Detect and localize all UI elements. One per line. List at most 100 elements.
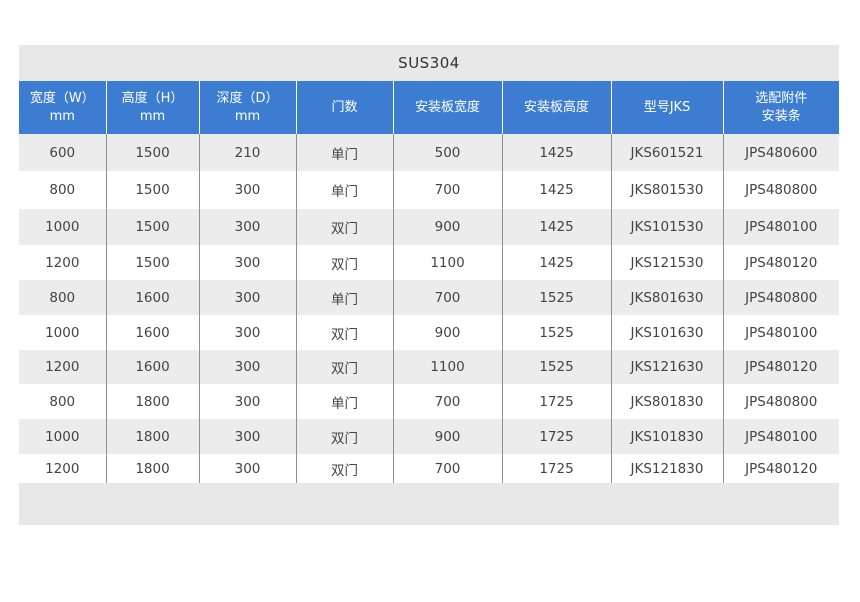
table-cell: 1100 (392, 350, 502, 384)
table-body: 600 1500 210 单门 500 1425 JKS601521 JPS480600 80… (19, 134, 839, 483)
table-cell: JPS480600 (722, 134, 839, 171)
table-cell: 900 (392, 209, 502, 245)
table-cell: 900 (392, 315, 502, 350)
table-cell: JKS801830 (610, 384, 723, 419)
table-cell: 300 (198, 171, 296, 209)
header-label: 型号JKS (643, 99, 691, 115)
table-cell: JKS121830 (610, 454, 723, 483)
table-cell: 1800 (105, 454, 199, 483)
table-cell: JPS480100 (722, 419, 839, 454)
table-cell: 300 (198, 384, 296, 419)
table-cell: 1000 (19, 419, 106, 454)
table-cell: 700 (392, 280, 502, 315)
table-row: 1200 1800 300 双门 700 1725 JKS121830 JPS480120 (19, 454, 839, 483)
table-cell: 单门 (295, 384, 393, 419)
table-cell: 300 (198, 280, 296, 315)
header-unit: mm (139, 108, 166, 124)
table-cell: 800 (19, 171, 106, 209)
table-cell: 1425 (501, 171, 611, 209)
table-cell: 1000 (19, 315, 106, 350)
table-cell: 双门 (295, 454, 393, 483)
table-cell: 单门 (295, 134, 393, 171)
table-row: 600 1500 210 单门 500 1425 JKS601521 JPS480600 (19, 134, 839, 171)
table-cell: 1800 (105, 384, 199, 419)
table-cell: 700 (392, 171, 502, 209)
table-cell: 300 (198, 315, 296, 350)
table-cell: 800 (19, 384, 106, 419)
table-cell: 单门 (295, 171, 393, 209)
table-cell: 双门 (295, 245, 393, 280)
header-plate-width: 安装板宽度 (392, 81, 502, 134)
table-cell: JPS480120 (722, 245, 839, 280)
table-row: 800 1500 300 单门 700 1425 JKS801530 JPS480800 (19, 171, 839, 209)
table-cell: 1500 (105, 171, 199, 209)
table-row: 1000 1800 300 双门 900 1725 JKS101830 JPS480100 (19, 419, 839, 454)
header-unit: mm (234, 108, 261, 124)
table-cell: JPS480800 (722, 384, 839, 419)
table-cell: JPS480100 (722, 315, 839, 350)
table-cell: JKS601521 (610, 134, 723, 171)
table-row: 1200 1600 300 双门 1100 1525 JKS121630 JPS480120 (19, 350, 839, 384)
header-model: 型号JKS (610, 81, 723, 134)
table-cell: 300 (198, 209, 296, 245)
table-cell: 1525 (501, 350, 611, 384)
table-title: SUS304 (19, 45, 839, 81)
header-width: 宽度（W） mm (19, 81, 106, 134)
table-cell: 300 (198, 350, 296, 384)
table-cell: JPS480120 (722, 350, 839, 384)
table-cell: JKS121530 (610, 245, 723, 280)
table-cell: JKS121630 (610, 350, 723, 384)
header-label: 门数 (331, 99, 358, 115)
table-cell: JKS101830 (610, 419, 723, 454)
table-cell: 1425 (501, 245, 611, 280)
table-cell: 600 (19, 134, 106, 171)
table-row: 1000 1600 300 双门 900 1525 JKS101630 JPS480100 (19, 315, 839, 350)
table-cell: 700 (392, 384, 502, 419)
table-cell: JKS801630 (610, 280, 723, 315)
table-cell: JPS480100 (722, 209, 839, 245)
table-cell: 1725 (501, 384, 611, 419)
table-cell: 300 (198, 419, 296, 454)
table-row: 800 1600 300 单门 700 1525 JKS801630 JPS480800 (19, 280, 839, 315)
table-cell: 1500 (105, 245, 199, 280)
header-unit: mm (49, 108, 75, 124)
spec-table: 宽度（W） mm 高度（H） mm 深度（D） mm 门数 安装板宽度 安装板高度 型… (19, 81, 839, 483)
header-label: 安装板高度 (523, 99, 589, 115)
table-cell: 1600 (105, 350, 199, 384)
table-cell: 1100 (392, 245, 502, 280)
header-doors: 门数 (295, 81, 393, 134)
table-row: 1000 1500 300 双门 900 1425 JKS101530 JPS480100 (19, 209, 839, 245)
table-cell: 1425 (501, 209, 611, 245)
table-cell: 1500 (105, 134, 199, 171)
header-label: 选配附件 (755, 90, 808, 106)
table-cell: JPS480120 (722, 454, 839, 483)
table-cell: 1525 (501, 280, 611, 315)
header-label: 宽度（W） (29, 90, 95, 106)
table-cell: 1600 (105, 280, 199, 315)
table-cell: JPS480800 (722, 280, 839, 315)
table-cell: JKS101530 (610, 209, 723, 245)
table-cell: 1800 (105, 419, 199, 454)
header-label: 深度（D） (216, 90, 279, 106)
table-cell: 500 (392, 134, 502, 171)
table-cell: 1425 (501, 134, 611, 171)
header-plate-height: 安装板高度 (501, 81, 611, 134)
table-cell: 双门 (295, 209, 393, 245)
table-cell: 300 (198, 454, 296, 483)
table-cell: 1500 (105, 209, 199, 245)
table-cell: 800 (19, 280, 106, 315)
table-cell: JKS801530 (610, 171, 723, 209)
table-cell: 1725 (501, 454, 611, 483)
table-row: 800 1800 300 单门 700 1725 JKS801830 JPS480800 (19, 384, 839, 419)
table-footer-bar (19, 483, 839, 525)
table-cell: 700 (392, 454, 502, 483)
table-cell: 1525 (501, 315, 611, 350)
header-accessory: 选配附件 安装条 (722, 81, 839, 134)
header-label: 安装板宽度 (414, 99, 480, 115)
table-cell: 双门 (295, 419, 393, 454)
table-cell: 1200 (19, 245, 106, 280)
header-label: 高度（H） (121, 90, 184, 106)
table-cell: JKS101630 (610, 315, 723, 350)
table-cell: 1725 (501, 419, 611, 454)
table-cell: 1000 (19, 209, 106, 245)
